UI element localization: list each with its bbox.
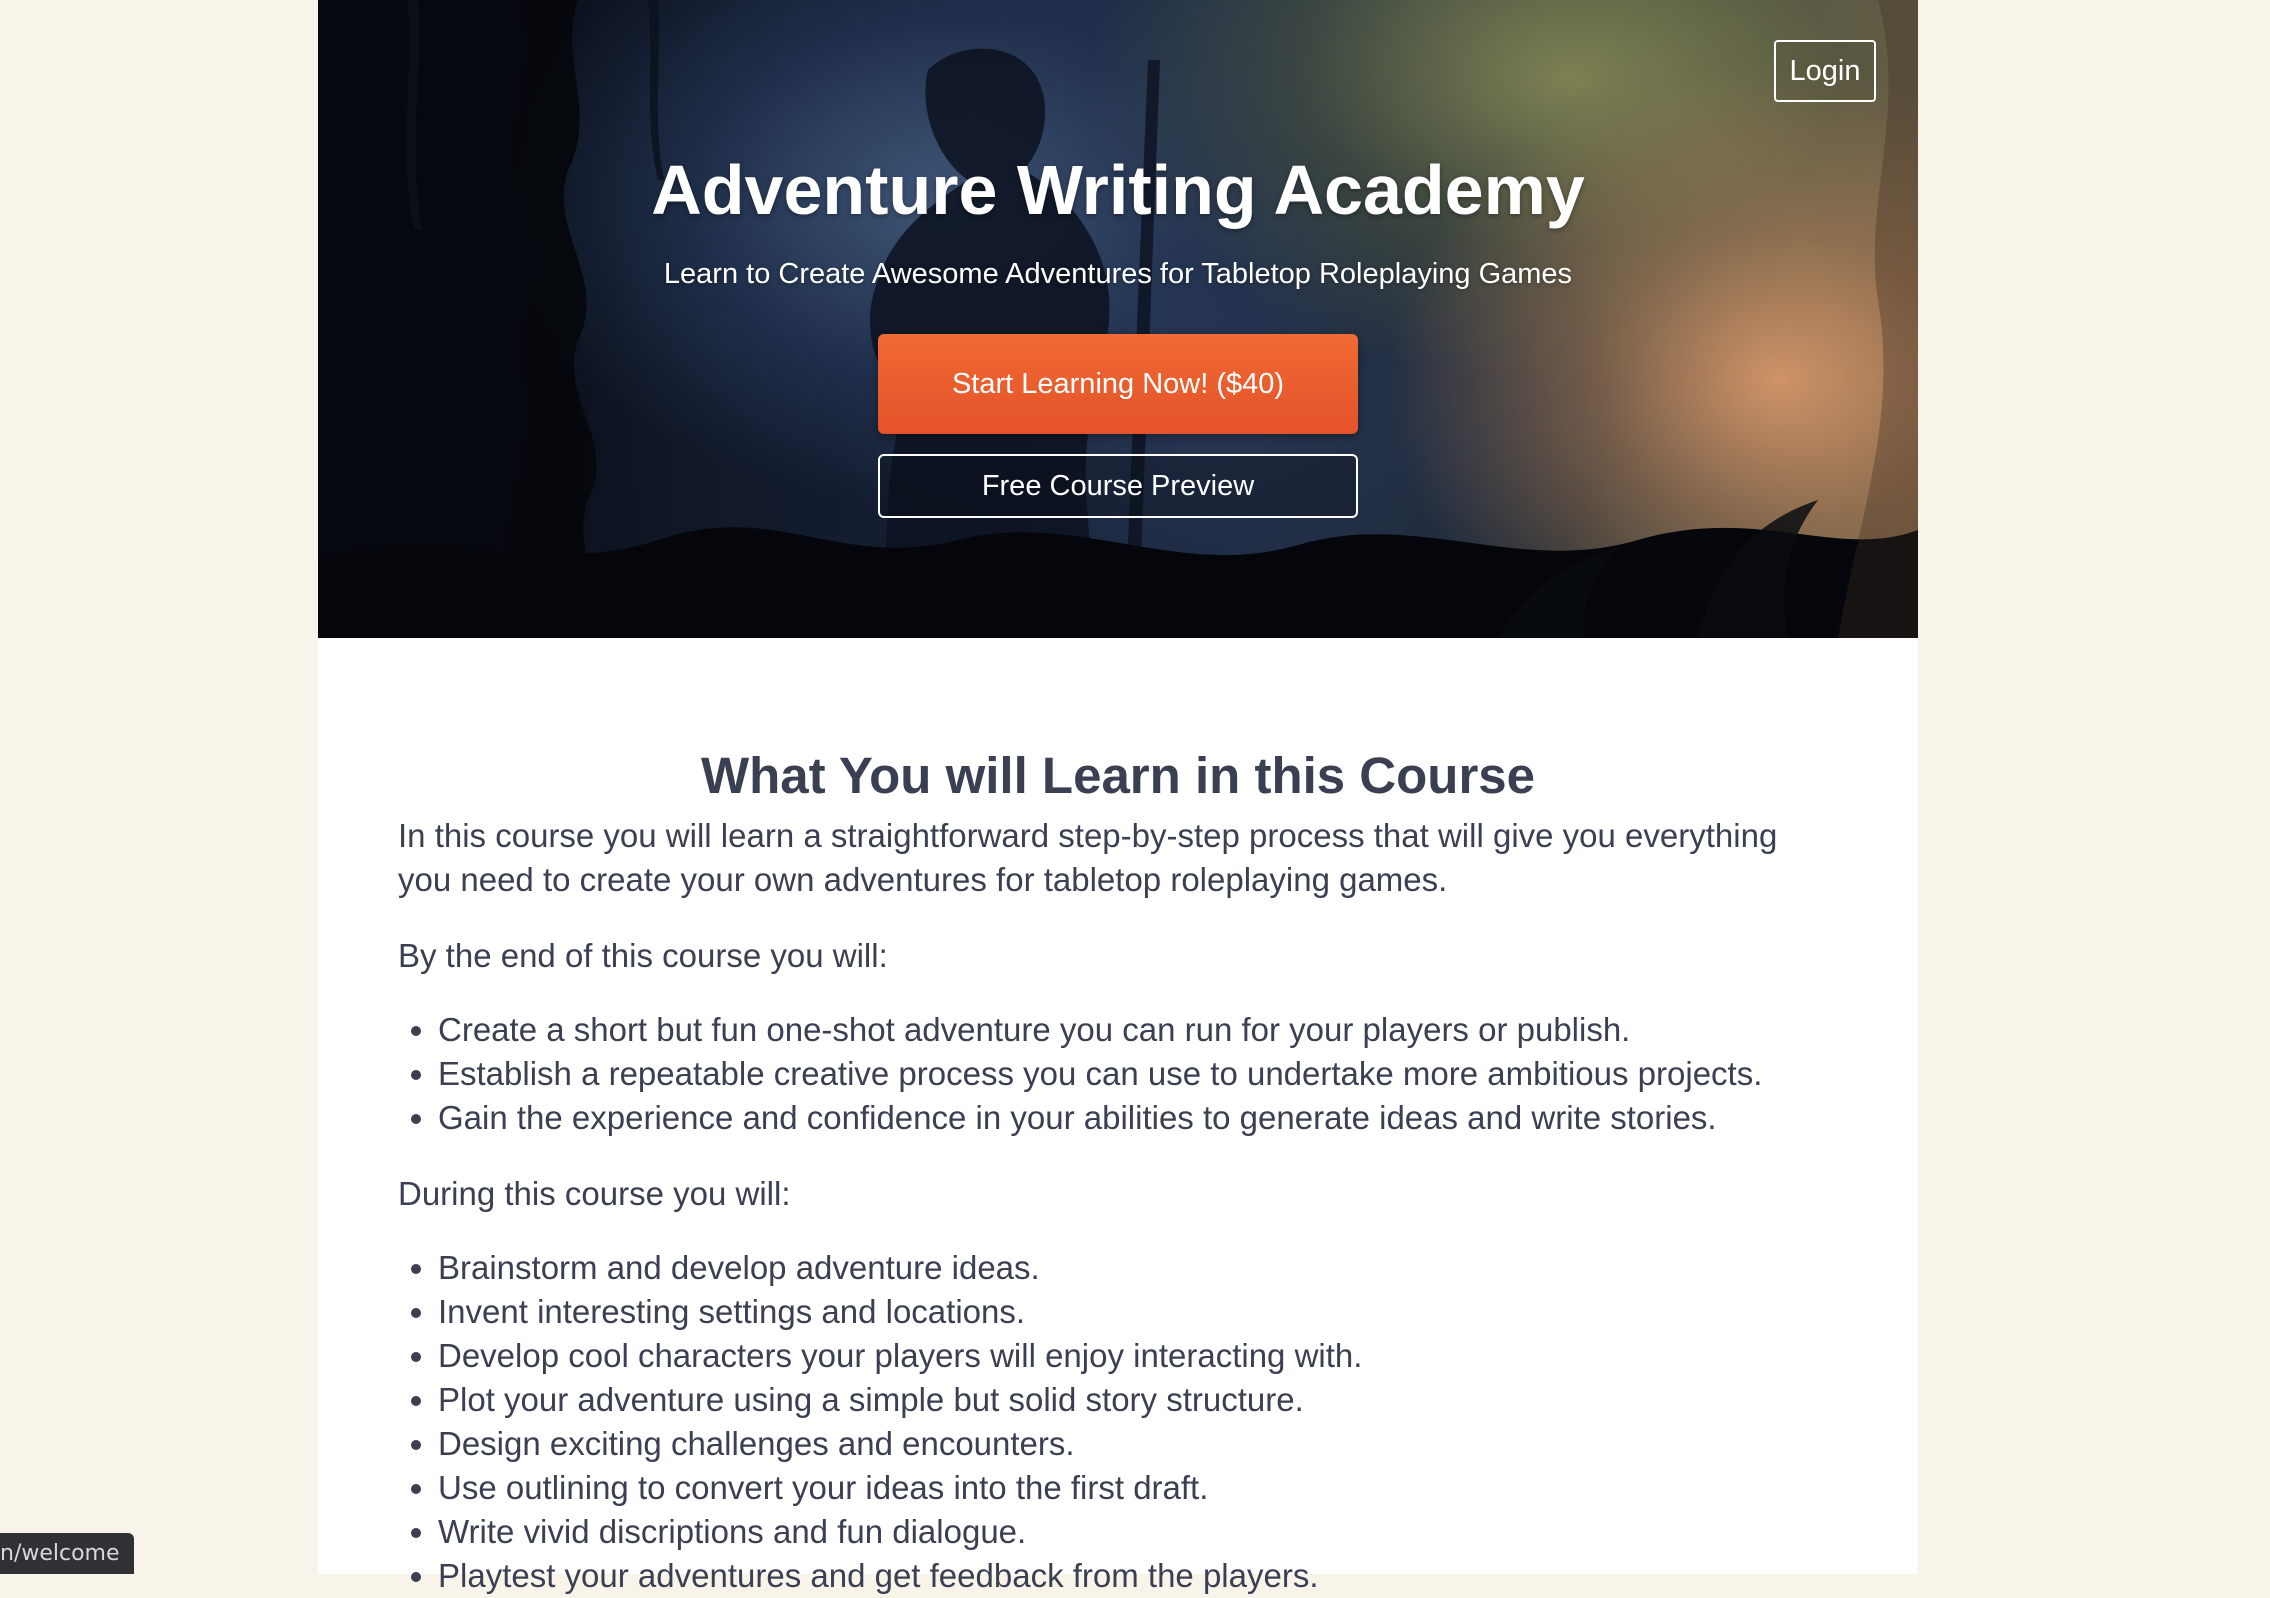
site-subtitle: Learn to Create Awesome Adventures for T… xyxy=(663,258,1573,290)
section-title: What You will Learn in this Course xyxy=(700,747,1536,804)
list-item: Brainstorm and develop adventure ideas. xyxy=(438,1246,1838,1290)
list-item: Design exciting challenges and encounter… xyxy=(438,1422,1838,1466)
status-url-text: n/welcome xyxy=(0,1541,120,1566)
activities-lead: During this course you will: xyxy=(398,1175,791,1212)
login-button-label: Login xyxy=(1789,54,1861,87)
outcomes-lead: By the end of this course you will: xyxy=(398,937,888,974)
list-item: Use outlining to convert your ideas into… xyxy=(438,1466,1838,1510)
list-item: Gain the experience and confidence in yo… xyxy=(438,1096,1838,1140)
list-item: Write vivid discriptions and fun dialogu… xyxy=(438,1510,1838,1554)
list-item: Establish a repeatable creative process … xyxy=(438,1052,1838,1096)
list-item: Playtest your adventures and get feedbac… xyxy=(438,1554,1838,1598)
site-title: Adventure Writing Academy xyxy=(651,151,1585,229)
start-learning-button-label: Start Learning Now! ($40) xyxy=(951,367,1285,400)
hero-background-illustration xyxy=(318,0,1918,638)
course-description: What You will Learn in this Course In th… xyxy=(398,738,1838,1598)
free-course-preview-button-label: Free Course Preview xyxy=(981,469,1255,502)
list-item: Create a short but fun one-shot adventur… xyxy=(438,1008,1838,1052)
list-item: Invent interesting settings and location… xyxy=(438,1290,1838,1334)
list-item: Plot your adventure using a simple but s… xyxy=(438,1378,1838,1422)
list-item: Develop cool characters your players wil… xyxy=(438,1334,1838,1378)
activities-list: Brainstorm and develop adventure ideas. … xyxy=(398,1246,1838,1598)
login-button[interactable]: Login xyxy=(1774,40,1876,102)
page-container: Login Adventure Writing Academy Learn to… xyxy=(318,0,1918,1594)
start-learning-button[interactable]: Start Learning Now! ($40) xyxy=(878,334,1358,434)
free-course-preview-button[interactable]: Free Course Preview xyxy=(878,454,1358,518)
outcomes-list: Create a short but fun one-shot adventur… xyxy=(398,1008,1838,1140)
intro-paragraph: In this course you will learn a straight… xyxy=(398,817,1778,898)
link-url-status-tooltip: n/welcome xyxy=(0,1533,134,1574)
hero-banner: Login Adventure Writing Academy Learn to… xyxy=(318,0,1918,638)
